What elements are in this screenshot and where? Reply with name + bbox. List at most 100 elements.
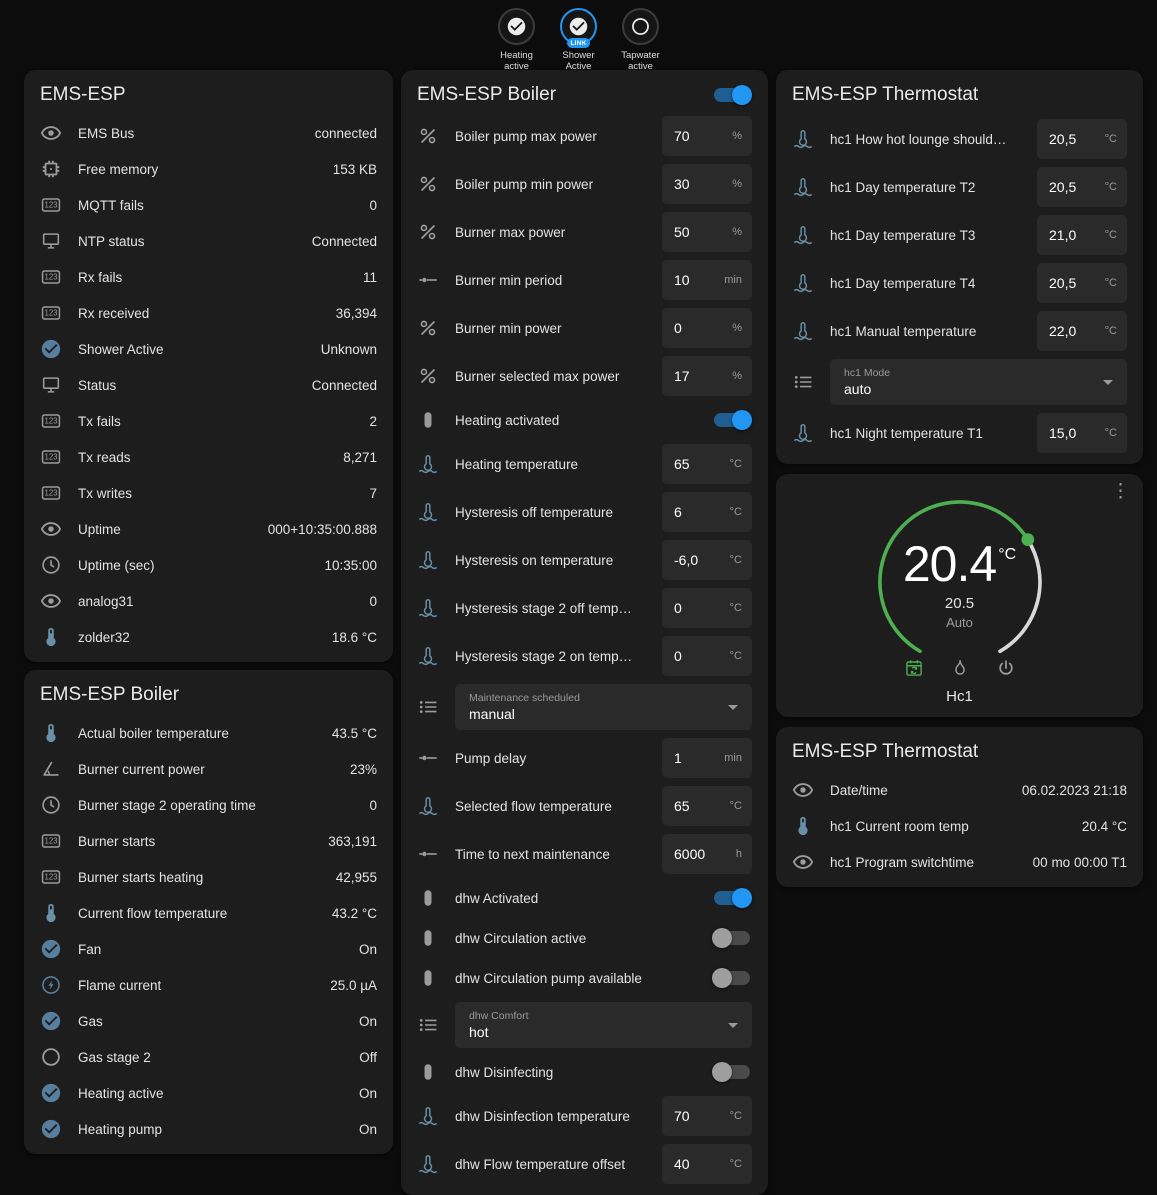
number-input[interactable]: 10 min bbox=[662, 260, 752, 300]
number-input[interactable]: 0 °C bbox=[662, 588, 752, 628]
number-input[interactable]: 30 % bbox=[662, 164, 752, 204]
control-row[interactable]: dhw Circulation pump available dhw Circu… bbox=[401, 958, 768, 998]
control-row[interactable]: Burner min power 0 % Burner min power 0 bbox=[401, 304, 768, 352]
control-row[interactable]: hc1 Manual temperature 22,0 °C hc1 Manua… bbox=[776, 307, 1143, 355]
toggle-switch[interactable] bbox=[714, 413, 750, 427]
boiler-master-toggle[interactable] bbox=[706, 85, 752, 105]
entity-name: hc1 Program switchtime bbox=[830, 855, 1023, 870]
toggle-switch[interactable] bbox=[714, 88, 750, 102]
control-row[interactable]: Hysteresis stage 2 off temp… 0 °C Hyster… bbox=[401, 584, 768, 632]
control-row[interactable]: Burner min period 10 min Burner min peri… bbox=[401, 256, 768, 304]
toggle-switch[interactable] bbox=[714, 971, 750, 985]
control-row[interactable]: Heating temperature 65 °C Heating temper… bbox=[401, 440, 768, 488]
number-input[interactable]: 70 % bbox=[662, 116, 752, 156]
entity-row[interactable]: zolder32 18.6 °C bbox=[24, 619, 393, 655]
entity-row[interactable]: Heating active On bbox=[24, 1075, 393, 1111]
entity-row[interactable]: hc1 Program switchtime 00 mo 00:00 T1 bbox=[776, 844, 1143, 880]
number-input[interactable]: 0 % bbox=[662, 308, 752, 348]
entity-row[interactable]: Uptime 000+10:35:00.888 bbox=[24, 511, 393, 547]
entity-row[interactable]: Rx fails 11 bbox=[24, 259, 393, 295]
toggle-switch[interactable] bbox=[714, 931, 750, 945]
entity-row[interactable]: Uptime (sec) 10:35:00 bbox=[24, 547, 393, 583]
number-input[interactable]: 20,5 °C bbox=[1037, 167, 1127, 207]
entity-row[interactable]: Heating pump On bbox=[24, 1111, 393, 1147]
number-input[interactable]: 15,0 °C bbox=[1037, 413, 1127, 453]
entity-row[interactable]: NTP status Connected bbox=[24, 223, 393, 259]
control-row[interactable]: Hysteresis stage 2 on temp… 0 °C Hystere… bbox=[401, 632, 768, 680]
entity-row[interactable]: Tx reads 8,271 bbox=[24, 439, 393, 475]
select-input[interactable]: dhw Comfort hot bbox=[455, 1002, 752, 1048]
number-input[interactable]: 21,0 °C bbox=[1037, 215, 1127, 255]
control-row[interactable]: hc1 Day temperature T2 20,5 °C hc1 Day t… bbox=[776, 163, 1143, 211]
entity-row[interactable]: Gas stage 2 Off bbox=[24, 1039, 393, 1075]
control-row[interactable]: Hysteresis on temperature -6,0 °C Hyster… bbox=[401, 536, 768, 584]
entity-row[interactable]: Burner starts 363,191 bbox=[24, 823, 393, 859]
entity-row[interactable]: Fan On bbox=[24, 931, 393, 967]
control-row[interactable]: hc1 Day temperature T4 20,5 °C hc1 Day t… bbox=[776, 259, 1143, 307]
status-badge[interactable]: LINK Shower Active bbox=[550, 8, 608, 73]
number-input[interactable]: 0 °C bbox=[662, 636, 752, 676]
control-row[interactable]: dhw Activated dhw Activated bbox=[401, 878, 768, 918]
menu-dots-icon[interactable]: ⋮ bbox=[1111, 482, 1130, 501]
number-input[interactable]: -6,0 °C bbox=[662, 540, 752, 580]
control-row[interactable]: hc1 Day temperature T3 21,0 °C hc1 Day t… bbox=[776, 211, 1143, 259]
control-row[interactable]: Maintenance scheduled manual Maintenance… bbox=[401, 680, 768, 734]
control-row[interactable]: hc1 Mode auto hc1 Mode auto bbox=[776, 355, 1143, 409]
entity-row[interactable]: Current flow temperature 43.2 °C bbox=[24, 895, 393, 931]
entity-row[interactable]: hc1 Current room temp 20.4 °C bbox=[776, 808, 1143, 844]
number-input[interactable]: 65 °C bbox=[662, 786, 752, 826]
entity-row[interactable]: Status Connected bbox=[24, 367, 393, 403]
select-input[interactable]: hc1 Mode auto bbox=[830, 359, 1127, 405]
entity-row[interactable]: Gas On bbox=[24, 1003, 393, 1039]
control-row[interactable]: Burner max power 50 % Burner max power 5… bbox=[401, 208, 768, 256]
entity-row[interactable]: Flame current 25.0 µA bbox=[24, 967, 393, 1003]
entity-row[interactable]: Free memory 153 KB bbox=[24, 151, 393, 187]
control-row[interactable]: dhw Comfort hot dhw Comfort hot bbox=[401, 998, 768, 1052]
control-row[interactable]: Pump delay 1 min Pump delay 1 bbox=[401, 734, 768, 782]
select-input[interactable]: Maintenance scheduled manual bbox=[455, 684, 752, 730]
entity-row[interactable]: Burner stage 2 operating time 0 bbox=[24, 787, 393, 823]
entity-row[interactable]: Actual boiler temperature 43.5 °C bbox=[24, 715, 393, 751]
number-input[interactable]: 20,5 °C bbox=[1037, 119, 1127, 159]
entity-row[interactable]: Rx received 36,394 bbox=[24, 295, 393, 331]
control-row[interactable]: Heating activated Heating activated bbox=[401, 400, 768, 440]
control-row[interactable]: hc1 How hot lounge should… 20,5 °C hc1 H… bbox=[776, 115, 1143, 163]
status-badge[interactable]: Heating active bbox=[488, 8, 546, 73]
entity-row[interactable]: EMS Bus connected bbox=[24, 115, 393, 151]
number-input[interactable]: 17 % bbox=[662, 356, 752, 396]
eye-icon bbox=[792, 779, 814, 801]
control-row[interactable]: Burner selected max power 17 % Burner se… bbox=[401, 352, 768, 400]
toggle-switch[interactable] bbox=[714, 1065, 750, 1079]
control-row[interactable]: Selected flow temperature 65 °C Selected… bbox=[401, 782, 768, 830]
control-row[interactable]: dhw Disinfecting dhw Disinfecting bbox=[401, 1052, 768, 1092]
entity-row[interactable]: Tx fails 2 bbox=[24, 403, 393, 439]
entity-row[interactable]: analog31 0 bbox=[24, 583, 393, 619]
thermostat-dial[interactable]: 20.4°C 20.5 Auto bbox=[860, 482, 1060, 682]
control-row[interactable]: Boiler pump min power 30 % Boiler pump m… bbox=[401, 160, 768, 208]
control-row[interactable]: dhw Circulation active dhw Circulation a… bbox=[401, 918, 768, 958]
control-row[interactable]: Boiler pump max power 70 % Boiler pump m… bbox=[401, 112, 768, 160]
control-row[interactable]: dhw Disinfection temperature 70 °C dhw D… bbox=[401, 1092, 768, 1140]
number-input[interactable]: 22,0 °C bbox=[1037, 311, 1127, 351]
control-row[interactable]: Time to next maintenance 6000 h Time to … bbox=[401, 830, 768, 878]
number-input[interactable]: 50 % bbox=[662, 212, 752, 252]
status-badge[interactable]: Tapwater active bbox=[612, 8, 670, 73]
number-input[interactable]: 1 min bbox=[662, 738, 752, 778]
control-row[interactable]: hc1 Night temperature T1 15,0 °C hc1 Nig… bbox=[776, 409, 1143, 457]
entity-value: 363,191 bbox=[328, 834, 377, 849]
toggle-switch[interactable] bbox=[714, 891, 750, 905]
number-input[interactable]: 6000 h bbox=[662, 834, 752, 874]
entity-row[interactable]: Burner starts heating 42,955 bbox=[24, 859, 393, 895]
control-row[interactable]: dhw Flow temperature offset 40 °C dhw Fl… bbox=[401, 1140, 768, 1188]
entity-row[interactable]: Burner current power 23% bbox=[24, 751, 393, 787]
entity-row[interactable]: Shower Active Unknown bbox=[24, 331, 393, 367]
number-input[interactable]: 65 °C bbox=[662, 444, 752, 484]
number-input[interactable]: 70 °C bbox=[662, 1096, 752, 1136]
entity-row[interactable]: Date/time 06.02.2023 21:18 bbox=[776, 772, 1143, 808]
entity-row[interactable]: Tx writes 7 bbox=[24, 475, 393, 511]
number-input[interactable]: 20,5 °C bbox=[1037, 263, 1127, 303]
entity-row[interactable]: MQTT fails 0 bbox=[24, 187, 393, 223]
control-row[interactable]: Hysteresis off temperature 6 °C Hysteres… bbox=[401, 488, 768, 536]
number-input[interactable]: 6 °C bbox=[662, 492, 752, 532]
number-input[interactable]: 40 °C bbox=[662, 1144, 752, 1184]
